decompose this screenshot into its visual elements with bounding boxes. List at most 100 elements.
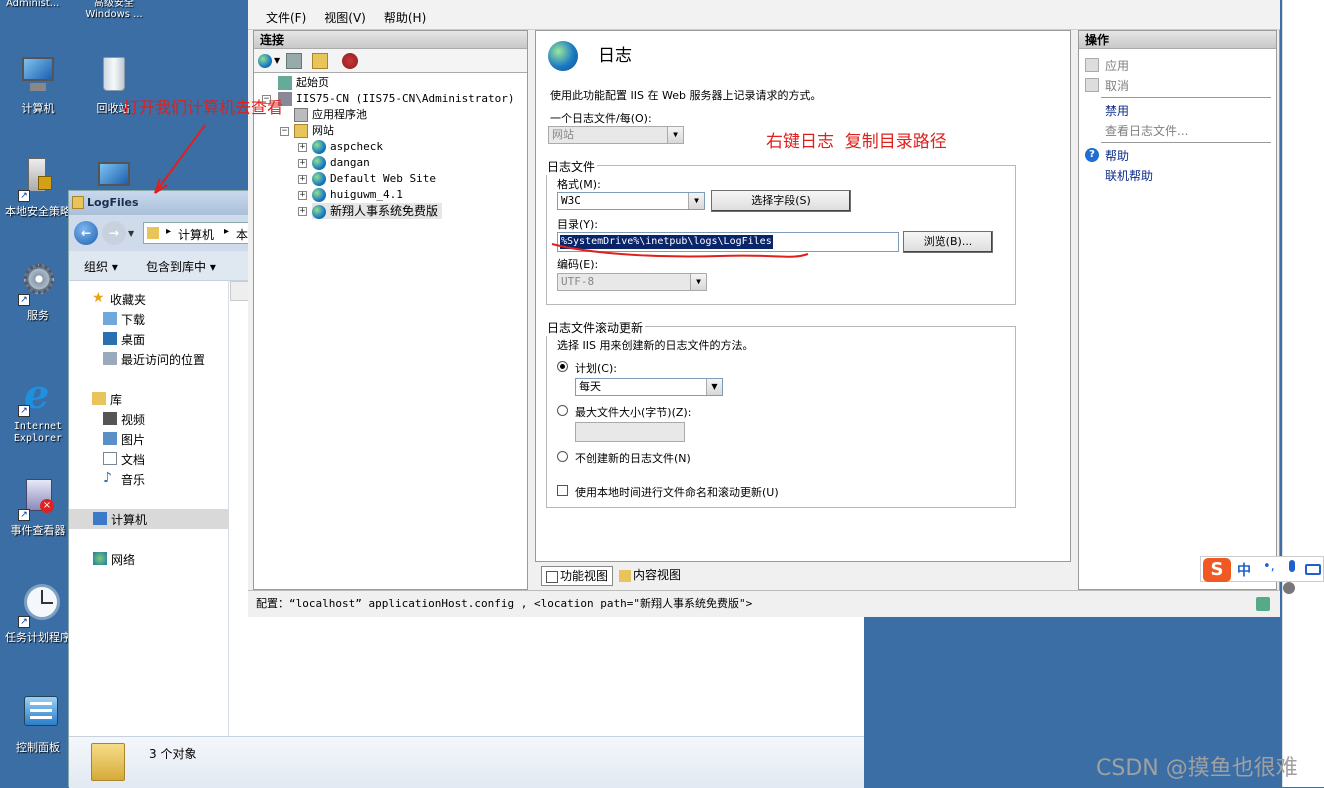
schedule-label: 计划(C): bbox=[575, 362, 617, 375]
action-apply[interactable]: 应用 bbox=[1105, 57, 1129, 74]
desktop-icon-services[interactable]: ↗ 服务 bbox=[5, 262, 71, 322]
nav-pictures[interactable]: 图片 bbox=[103, 431, 145, 448]
ime-settings-icon[interactable] bbox=[1283, 582, 1295, 594]
history-dropdown-icon[interactable]: ▼ bbox=[128, 229, 134, 238]
format-select[interactable]: W3C ▼ bbox=[557, 192, 705, 210]
browse-button[interactable]: 浏览(B)... bbox=[903, 231, 993, 253]
back-button[interactable]: ← bbox=[74, 221, 98, 245]
computer-icon bbox=[93, 512, 107, 525]
nav-libraries[interactable]: 库 bbox=[92, 391, 122, 408]
desktop-icon-label: 计算机 bbox=[21, 102, 55, 115]
expand-icon[interactable]: + bbox=[298, 207, 307, 216]
action-cancel[interactable]: 取消 bbox=[1105, 77, 1129, 94]
expand-icon[interactable]: + bbox=[298, 143, 307, 152]
max-size-input[interactable] bbox=[575, 422, 685, 442]
control-panel-icon bbox=[16, 694, 60, 738]
breadcrumb-next[interactable]: 本 bbox=[236, 226, 248, 243]
no-new-file-label: 不创建新的日志文件(N) bbox=[575, 452, 691, 465]
max-size-radio[interactable] bbox=[557, 405, 568, 416]
nav-favorites[interactable]: ★ 收藏夹 bbox=[92, 291, 146, 308]
one-log-per-label: 一个日志文件/每(O): bbox=[550, 112, 652, 125]
desktop-icon-ie[interactable]: e ↗ Internet Explorer bbox=[5, 373, 71, 445]
explorer-nav-pane: ★ 收藏夹 下载 桌面 最近访问的位置 库 视频 图片 文档 ♪ 音乐 计算机 网络 bbox=[69, 281, 229, 736]
expand-icon[interactable]: + bbox=[298, 159, 307, 168]
column-header[interactable] bbox=[230, 281, 250, 301]
keyboard-icon[interactable] bbox=[1305, 564, 1321, 575]
nav-downloads[interactable]: 下载 bbox=[103, 311, 145, 328]
one-log-per-select[interactable]: 网站 ▼ bbox=[548, 126, 684, 144]
desktop-icon-label: 任务计划程序 bbox=[5, 631, 71, 644]
document-icon bbox=[103, 452, 117, 465]
nav-computer-selected[interactable]: 计算机 bbox=[69, 509, 229, 529]
tab-features-view[interactable]: 功能视图 bbox=[541, 566, 614, 586]
tree-node-site-selected[interactable]: 新翔人事系统免费版 bbox=[312, 203, 443, 219]
menu-view[interactable]: 视图(V) bbox=[324, 9, 366, 26]
up-folder-icon[interactable] bbox=[312, 53, 328, 69]
action-disable[interactable]: 禁用 bbox=[1105, 102, 1129, 119]
schedule-radio[interactable] bbox=[557, 361, 568, 372]
expand-icon[interactable]: + bbox=[298, 175, 307, 184]
collapse-sites-icon[interactable]: − bbox=[280, 127, 289, 136]
local-time-checkbox[interactable] bbox=[557, 485, 568, 496]
encoding-select[interactable]: UTF-8 ▼ bbox=[557, 273, 707, 291]
nav-music[interactable]: ♪ 音乐 bbox=[103, 471, 145, 488]
ime-language[interactable]: 中 bbox=[1237, 560, 1251, 580]
desktop-icon-event-viewer[interactable]: × ↗ 事件查看器 bbox=[5, 477, 71, 537]
action-help[interactable]: 帮助 bbox=[1105, 147, 1129, 164]
no-new-file-radio[interactable] bbox=[557, 451, 568, 462]
item-count: 3 个对象 bbox=[149, 747, 197, 761]
tree-node-site[interactable]: aspcheck bbox=[312, 139, 383, 155]
connect-globe-icon[interactable] bbox=[258, 53, 274, 69]
tree-node-site[interactable]: Default Web Site bbox=[312, 171, 436, 187]
ime-toolbar[interactable]: S 中 •, bbox=[1200, 556, 1324, 582]
nav-videos[interactable]: 视频 bbox=[103, 411, 145, 428]
help-icon: ? bbox=[1085, 148, 1099, 162]
save-icon[interactable] bbox=[286, 53, 302, 69]
microphone-icon[interactable] bbox=[1289, 560, 1295, 572]
folder-large-icon bbox=[91, 743, 125, 781]
expand-icon[interactable]: + bbox=[298, 191, 307, 200]
disconnect-icon[interactable] bbox=[342, 53, 358, 69]
desktop-icon-task-scheduler[interactable]: ↗ 任务计划程序 bbox=[5, 584, 71, 644]
recycle-bin-icon bbox=[91, 55, 135, 99]
desktop-icon-control-panel[interactable]: 控制面板 bbox=[5, 694, 71, 754]
annotation-open-computer: 打开我们计算机去查看 bbox=[123, 98, 284, 117]
include-library-menu[interactable]: 包含到库中 ▾ bbox=[146, 258, 216, 275]
desktop-icon-label: Internet Explorer bbox=[13, 421, 63, 444]
desktop-icon bbox=[103, 332, 117, 345]
select-fields-button[interactable]: 选择字段(S) bbox=[711, 190, 851, 212]
tree-node-app-pools[interactable]: 应用程序池 bbox=[294, 107, 367, 123]
cancel-icon bbox=[1085, 78, 1099, 92]
tree-node-server[interactable]: IIS75-CN (IIS75-CN\Administrator) bbox=[278, 91, 515, 107]
nav-network[interactable]: 网络 bbox=[93, 551, 135, 568]
forward-button[interactable]: → bbox=[102, 221, 126, 245]
network-status-icon bbox=[1256, 597, 1270, 611]
explorer-details-pane: 3 个对象 bbox=[69, 736, 864, 788]
desktop-top-icon-label[interactable]: 高级安全 Windows ... bbox=[84, 0, 144, 20]
organize-menu[interactable]: 组织 ▾ bbox=[84, 258, 118, 275]
log-file-group-title: 日志文件 bbox=[545, 158, 598, 175]
globe-icon bbox=[312, 140, 326, 154]
nav-desktop[interactable]: 桌面 bbox=[103, 331, 145, 348]
music-icon: ♪ bbox=[103, 470, 112, 486]
menu-file[interactable]: 文件(F) bbox=[266, 9, 306, 26]
nav-documents[interactable]: 文档 bbox=[103, 451, 145, 468]
actions-panel: 操作 应用 取消 禁用 查看日志文件... ? 帮助 联机帮助 bbox=[1078, 30, 1277, 590]
desktop-icon-computer[interactable]: 计算机 bbox=[5, 55, 71, 115]
schedule-select[interactable]: 每天 ▼ bbox=[575, 378, 723, 396]
punctuation-icon[interactable]: •, bbox=[1263, 559, 1275, 574]
max-size-label: 最大文件大小(字节)(Z): bbox=[575, 406, 692, 419]
tree-node-sites[interactable]: 网站 bbox=[294, 123, 334, 139]
desktop-top-icon-label[interactable]: Administ... bbox=[6, 0, 59, 9]
tree-node-site[interactable]: dangan bbox=[312, 155, 370, 171]
nav-recent[interactable]: 最近访问的位置 bbox=[103, 351, 205, 368]
action-view-log-files[interactable]: 查看日志文件... bbox=[1105, 122, 1188, 139]
tree-node-site[interactable]: huiguwm_4.1 bbox=[312, 187, 403, 203]
action-online-help[interactable]: 联机帮助 bbox=[1105, 167, 1153, 184]
breadcrumb-computer[interactable]: 计算机 bbox=[178, 226, 214, 243]
address-field[interactable]: ▸ 计算机 ▸ 本 bbox=[143, 222, 253, 244]
tree-node-start-page[interactable]: 起始页 bbox=[278, 75, 329, 91]
desktop-icon-security-policy[interactable]: ↗ 本地安全策略 bbox=[5, 158, 71, 218]
menu-help[interactable]: 帮助(H) bbox=[384, 9, 426, 26]
tab-content-view[interactable]: 内容视图 bbox=[615, 566, 685, 586]
